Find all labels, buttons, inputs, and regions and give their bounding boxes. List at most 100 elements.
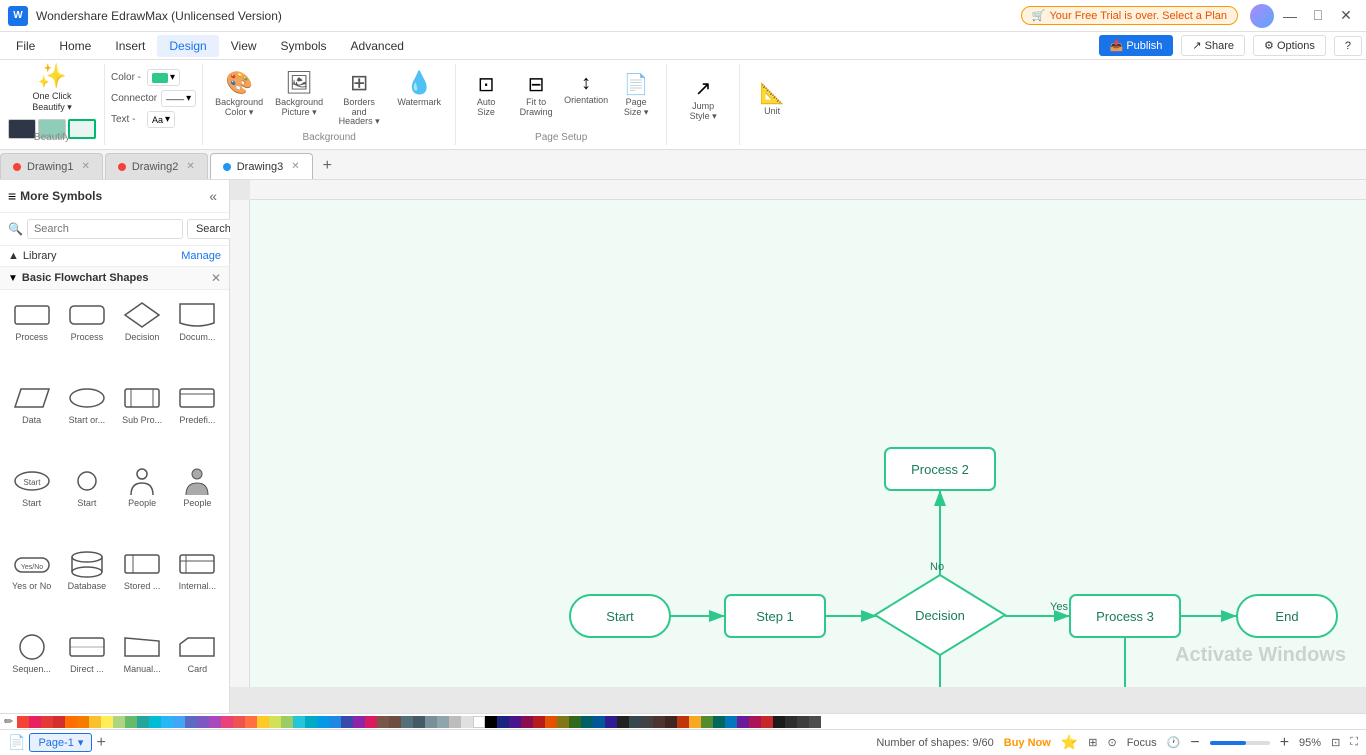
palette-color[interactable] bbox=[449, 716, 461, 728]
palette-color[interactable] bbox=[245, 716, 257, 728]
tab-close-drawing2[interactable]: ✕ bbox=[186, 161, 194, 172]
palette-color[interactable] bbox=[737, 716, 749, 728]
shape-internal[interactable]: Internal... bbox=[172, 545, 223, 624]
shape-direct[interactable]: Direct ... bbox=[61, 628, 112, 707]
focus-toggle[interactable]: ⊙ bbox=[1107, 736, 1116, 749]
palette-pencil-icon[interactable]: ✏ bbox=[4, 715, 13, 728]
orientation-btn[interactable]: ↕ Orientation bbox=[562, 68, 610, 122]
zoom-slider[interactable] bbox=[1210, 741, 1270, 745]
watermark-btn[interactable]: 💧 Watermark bbox=[391, 66, 447, 132]
palette-color[interactable] bbox=[701, 716, 713, 728]
shape-stored[interactable]: Stored ... bbox=[117, 545, 168, 624]
fullscreen-btn[interactable]: ⛶ bbox=[1350, 736, 1358, 749]
palette-color[interactable] bbox=[689, 716, 701, 728]
palette-color-red[interactable] bbox=[17, 716, 29, 728]
palette-color[interactable] bbox=[377, 716, 389, 728]
page-tab-1[interactable]: Page-1 ▾ bbox=[29, 733, 92, 752]
shape-start-oval1[interactable]: Start Start bbox=[6, 462, 57, 541]
star-icon[interactable]: ⭐ bbox=[1061, 734, 1078, 751]
palette-color[interactable] bbox=[629, 716, 641, 728]
bg-picture-btn[interactable]: 🖼 BackgroundPicture ▾ bbox=[271, 66, 327, 132]
shape-people2[interactable]: People bbox=[172, 462, 223, 541]
palette-color[interactable] bbox=[437, 716, 449, 728]
palette-color[interactable] bbox=[173, 716, 185, 728]
borders-headers-btn[interactable]: ⊞ Borders andHeaders ▾ bbox=[331, 66, 387, 132]
tab-add-btn[interactable]: + bbox=[315, 153, 340, 179]
shape-sub-process[interactable]: Sub Pro... bbox=[117, 379, 168, 458]
palette-color[interactable] bbox=[773, 716, 785, 728]
tab-close-drawing3[interactable]: ✕ bbox=[291, 161, 299, 172]
palette-color[interactable] bbox=[65, 716, 77, 728]
palette-color[interactable] bbox=[581, 716, 593, 728]
shape-card[interactable]: Card bbox=[172, 628, 223, 707]
palette-color[interactable] bbox=[113, 716, 125, 728]
menu-insert[interactable]: Insert bbox=[103, 35, 157, 57]
shape-start-oval2[interactable]: Start bbox=[61, 462, 112, 541]
palette-color[interactable] bbox=[341, 716, 353, 728]
palette-color[interactable] bbox=[317, 716, 329, 728]
palette-color[interactable] bbox=[605, 716, 617, 728]
palette-color[interactable] bbox=[89, 716, 101, 728]
shape-people1[interactable]: People bbox=[117, 462, 168, 541]
palette-color[interactable] bbox=[221, 716, 233, 728]
palette-color[interactable] bbox=[329, 716, 341, 728]
palette-color[interactable] bbox=[209, 716, 221, 728]
palette-color[interactable] bbox=[617, 716, 629, 728]
tab-drawing3[interactable]: Drawing3 ✕ bbox=[210, 153, 313, 179]
page-size-btn[interactable]: 📄 PageSize ▾ bbox=[612, 68, 660, 122]
palette-color[interactable] bbox=[749, 716, 761, 728]
zoom-in-btn[interactable]: + bbox=[1280, 734, 1289, 752]
palette-color[interactable] bbox=[677, 716, 689, 728]
menu-design[interactable]: Design bbox=[157, 35, 218, 57]
shape-yes-no[interactable]: Yes/No Yes or No bbox=[6, 545, 57, 624]
palette-color[interactable] bbox=[425, 716, 437, 728]
palette-color[interactable] bbox=[281, 716, 293, 728]
palette-color[interactable] bbox=[233, 716, 245, 728]
palette-color[interactable] bbox=[125, 716, 137, 728]
color-dropdown[interactable]: ▾ bbox=[147, 69, 180, 86]
manage-btn[interactable]: Manage bbox=[181, 250, 221, 262]
palette-color[interactable] bbox=[509, 716, 521, 728]
auto-size-btn[interactable]: ⊡ AutoSize bbox=[462, 68, 510, 122]
shape-manual[interactable]: Manual... bbox=[117, 628, 168, 707]
palette-color[interactable] bbox=[149, 716, 161, 728]
palette-color[interactable] bbox=[353, 716, 365, 728]
palette-color[interactable] bbox=[533, 716, 545, 728]
fit-screen-btn[interactable]: ⊡ bbox=[1331, 736, 1340, 749]
shape-process-rect2[interactable]: Process bbox=[61, 296, 112, 375]
options-btn[interactable]: ⚙ Options bbox=[1253, 35, 1326, 56]
add-page-btn[interactable]: + bbox=[96, 734, 105, 752]
palette-color[interactable] bbox=[797, 716, 809, 728]
palette-color[interactable] bbox=[101, 716, 113, 728]
palette-color[interactable] bbox=[389, 716, 401, 728]
restore-btn[interactable]: ⎕ bbox=[1306, 4, 1330, 28]
publish-btn[interactable]: 📤 Publish bbox=[1099, 35, 1174, 56]
connector-dropdown[interactable]: —— ▾ bbox=[161, 90, 196, 107]
palette-color[interactable] bbox=[461, 716, 473, 728]
palette-color[interactable] bbox=[557, 716, 569, 728]
palette-color[interactable] bbox=[269, 716, 281, 728]
canvas-content[interactable]: Yes No Start Step 1 Decision bbox=[250, 200, 1366, 687]
shape-process-rect1[interactable]: Process bbox=[6, 296, 57, 375]
help-btn[interactable]: ? bbox=[1334, 36, 1362, 56]
one-click-beautify-btn[interactable]: ✨ One ClickBeautify ▾ bbox=[28, 58, 76, 117]
jump-style-btn[interactable]: ↗ JumpStyle ▾ bbox=[675, 72, 731, 126]
palette-color-pink[interactable] bbox=[29, 716, 41, 728]
menu-file[interactable]: File bbox=[4, 35, 47, 57]
shape-decision-diamond[interactable]: Decision bbox=[117, 296, 168, 375]
palette-color-white[interactable] bbox=[473, 716, 485, 728]
palette-color[interactable] bbox=[137, 716, 149, 728]
trial-badge[interactable]: 🛒 Your Free Trial is over. Select a Plan bbox=[1021, 6, 1238, 25]
fit-to-drawing-btn[interactable]: ⊟ Fit toDrawing bbox=[512, 68, 560, 122]
palette-color[interactable] bbox=[785, 716, 797, 728]
minimize-btn[interactable]: — bbox=[1278, 4, 1302, 28]
shape-sequence[interactable]: Sequen... bbox=[6, 628, 57, 707]
zoom-out-btn[interactable]: − bbox=[1190, 734, 1199, 752]
palette-color[interactable] bbox=[53, 716, 65, 728]
palette-color[interactable] bbox=[653, 716, 665, 728]
shape-predefined[interactable]: Predefi... bbox=[172, 379, 223, 458]
close-btn[interactable]: ✕ bbox=[1334, 4, 1358, 28]
tab-close-drawing1[interactable]: ✕ bbox=[81, 161, 89, 172]
search-input[interactable] bbox=[27, 219, 183, 239]
section-close-btn[interactable]: ✕ bbox=[211, 271, 221, 285]
